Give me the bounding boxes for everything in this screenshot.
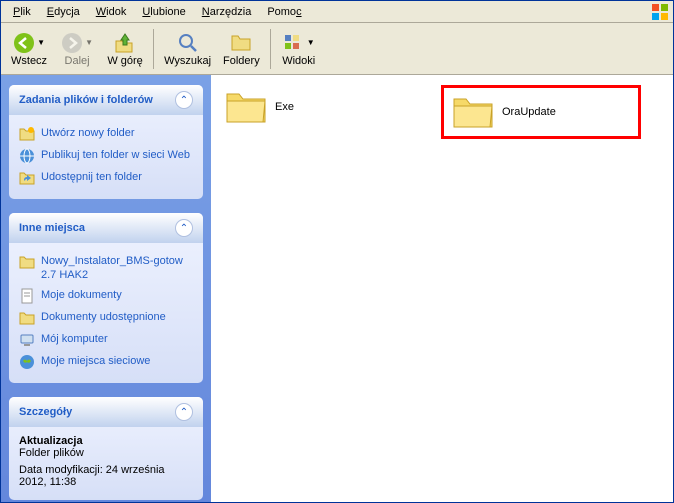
folder-icon (19, 254, 35, 270)
menu-widok[interactable]: Widok (88, 4, 135, 20)
folder-exe[interactable]: Exe (221, 85, 421, 129)
back-icon (13, 32, 35, 54)
panel-details-header[interactable]: Szczegóły ⌃ (9, 397, 203, 427)
folder-oraupdate[interactable]: OraUpdate (441, 85, 641, 139)
place-computer[interactable]: Mój komputer (19, 329, 193, 351)
separator (270, 29, 271, 69)
views-label: Widoki (282, 55, 315, 67)
place-installer[interactable]: Nowy_Instalator_BMS-gotow 2.7 HAK2 (19, 251, 193, 285)
chevron-up-icon: ⌃ (175, 219, 193, 237)
shared-icon (19, 310, 35, 326)
panel-tasks: Zadania plików i folderów ⌃ Utwórz nowy … (9, 85, 203, 199)
panel-body: Utwórz nowy folder Publikuj ten folder w… (9, 115, 203, 199)
up-icon (114, 32, 136, 54)
task-label: Utwórz nowy folder (41, 126, 193, 140)
windows-logo-icon (651, 3, 669, 21)
menu-pomoc[interactable]: Pomoc (259, 4, 309, 20)
place-documents[interactable]: Moje dokumenty (19, 285, 193, 307)
details-name: Aktualizacja (19, 435, 193, 447)
views-button[interactable]: ▼ Widoki (275, 29, 323, 69)
sidebar: Zadania plików i folderów ⌃ Utwórz nowy … (1, 75, 211, 502)
search-label: Wyszukaj (164, 55, 211, 67)
place-shared[interactable]: Dokumenty udostępnione (19, 307, 193, 329)
network-icon (19, 354, 35, 370)
folder-label: OraUpdate (502, 106, 556, 118)
chevron-up-icon: ⌃ (175, 403, 193, 421)
panel-places-header[interactable]: Inne miejsca ⌃ (9, 213, 203, 243)
chevron-down-icon: ▼ (37, 38, 45, 47)
chevron-up-icon: ⌃ (175, 91, 193, 109)
chevron-down-icon: ▼ (307, 38, 315, 47)
panel-body: Nowy_Instalator_BMS-gotow 2.7 HAK2 Moje … (9, 243, 203, 383)
back-button[interactable]: ▼ Wstecz (5, 29, 53, 69)
folder-new-icon (19, 126, 35, 142)
task-new-folder[interactable]: Utwórz nowy folder (19, 123, 193, 145)
menu-ulubione[interactable]: Ulubione (134, 4, 193, 20)
place-label: Nowy_Instalator_BMS-gotow 2.7 HAK2 (41, 254, 193, 282)
details-type: Folder plików (19, 447, 193, 459)
folder-view[interactable]: Exe OraUpdate (211, 75, 673, 502)
share-icon (19, 170, 35, 186)
content: Zadania plików i folderów ⌃ Utwórz nowy … (1, 75, 673, 502)
toolbar: ▼ Wstecz ▼ Dalej W górę Wyszukaj Foldery (1, 23, 673, 75)
folders-label: Foldery (223, 55, 260, 67)
menu-edycja[interactable]: Edycja (39, 4, 88, 20)
place-network[interactable]: Moje miejsca sieciowe (19, 351, 193, 373)
panel-places: Inne miejsca ⌃ Nowy_Instalator_BMS-gotow… (9, 213, 203, 383)
search-icon (177, 32, 199, 54)
details-modified: Data modyfikacji: 24 września 2012, 11:3… (19, 464, 193, 488)
folders-icon (230, 32, 252, 54)
place-label: Dokumenty udostępnione (41, 310, 193, 324)
chevron-down-icon: ▼ (85, 38, 93, 47)
place-label: Moje miejsca sieciowe (41, 354, 193, 368)
folder-icon (225, 89, 267, 125)
task-label: Udostępnij ten folder (41, 170, 193, 184)
search-button[interactable]: Wyszukaj (158, 29, 217, 69)
panel-tasks-header[interactable]: Zadania plików i folderów ⌃ (9, 85, 203, 115)
place-label: Mój komputer (41, 332, 193, 346)
menu-narzedzia[interactable]: Narzędzia (194, 4, 260, 20)
panel-body: Aktualizacja Folder plików Data modyfika… (9, 427, 203, 500)
publish-icon (19, 148, 35, 164)
panel-details: Szczegóły ⌃ Aktualizacja Folder plików D… (9, 397, 203, 500)
up-button[interactable]: W górę (101, 29, 149, 69)
back-label: Wstecz (11, 55, 47, 67)
docs-icon (19, 288, 35, 304)
forward-button[interactable]: ▼ Dalej (53, 29, 101, 69)
separator (153, 29, 154, 69)
panel-title: Szczegóły (19, 406, 72, 418)
panel-title: Zadania plików i folderów (19, 94, 153, 106)
computer-icon (19, 332, 35, 348)
forward-icon (61, 32, 83, 54)
folders-button[interactable]: Foldery (217, 29, 266, 69)
menubar: Plik Edycja Widok Ulubione Narzędzia Pom… (1, 1, 673, 23)
panel-title: Inne miejsca (19, 222, 85, 234)
menu-plik[interactable]: Plik (5, 4, 39, 20)
folder-label: Exe (275, 101, 294, 113)
views-icon (283, 32, 305, 54)
task-label: Publikuj ten folder w sieci Web (41, 148, 193, 162)
up-label: W górę (107, 55, 142, 67)
forward-label: Dalej (65, 55, 90, 67)
place-label: Moje dokumenty (41, 288, 193, 302)
folder-icon (452, 94, 494, 130)
task-share[interactable]: Udostępnij ten folder (19, 167, 193, 189)
task-publish[interactable]: Publikuj ten folder w sieci Web (19, 145, 193, 167)
